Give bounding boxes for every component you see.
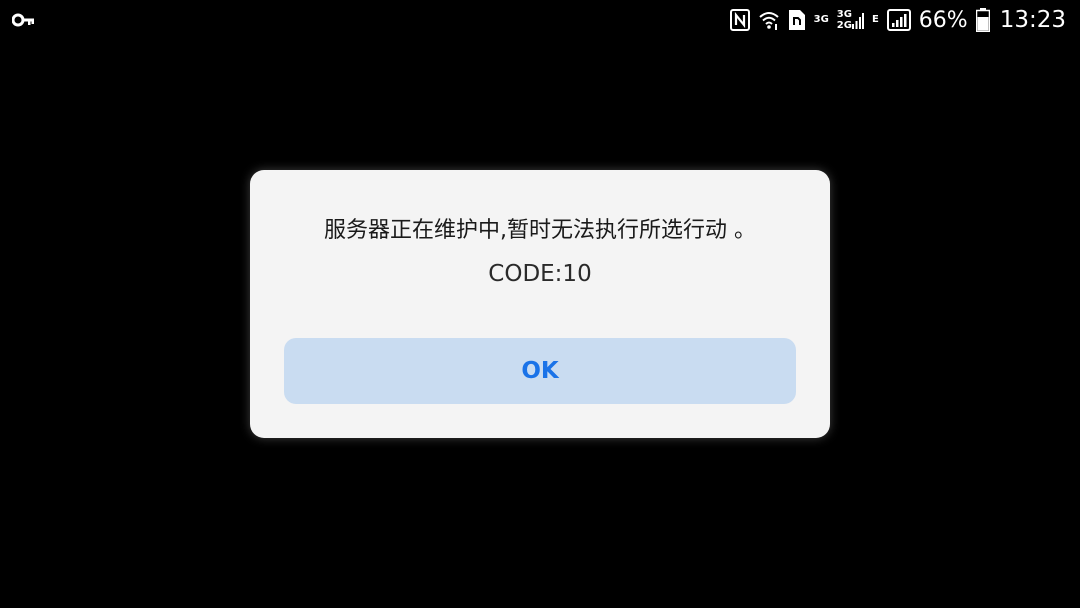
sim-card-icon [788,8,806,32]
error-dialog: 服务器正在维护中,暂时无法执行所选行动 。 CODE:10 OK [250,170,830,438]
network-edge-label: E [871,14,879,25]
battery-icon [975,8,990,32]
vpn-key-icon [11,10,36,30]
screen: 3G 3G 2G E 66% 13:23 服务器正在维护中,暂时无法执行所选行动… [0,0,1080,608]
nfc-icon [729,8,750,32]
wifi-icon [758,8,780,32]
network-type-label: 3G [813,14,829,25]
clock: 13:23 [999,7,1066,33]
network-type-bottom-label: 2G [836,19,852,31]
dialog-message: 服务器正在维护中,暂时无法执行所选行动 。 [324,218,756,243]
dual-network-indicator: 3G 2G [837,8,864,32]
status-icons: 3G 3G 2G E 66% 13:23 [729,6,1066,34]
ok-button-label: OK [521,358,559,384]
network-type-1: 3G [814,8,829,32]
status-bar: 3G 3G 2G E 66% 13:23 [0,0,1080,40]
battery-percent: 66% [918,7,968,33]
signal-icon [886,8,911,32]
network-type-3: E [872,8,879,32]
network-type-top-label: 3G [836,8,852,20]
signal-bars-small-icon [851,13,864,29]
ok-button[interactable]: OK [284,338,796,404]
error-code: CODE:10 [488,261,592,287]
